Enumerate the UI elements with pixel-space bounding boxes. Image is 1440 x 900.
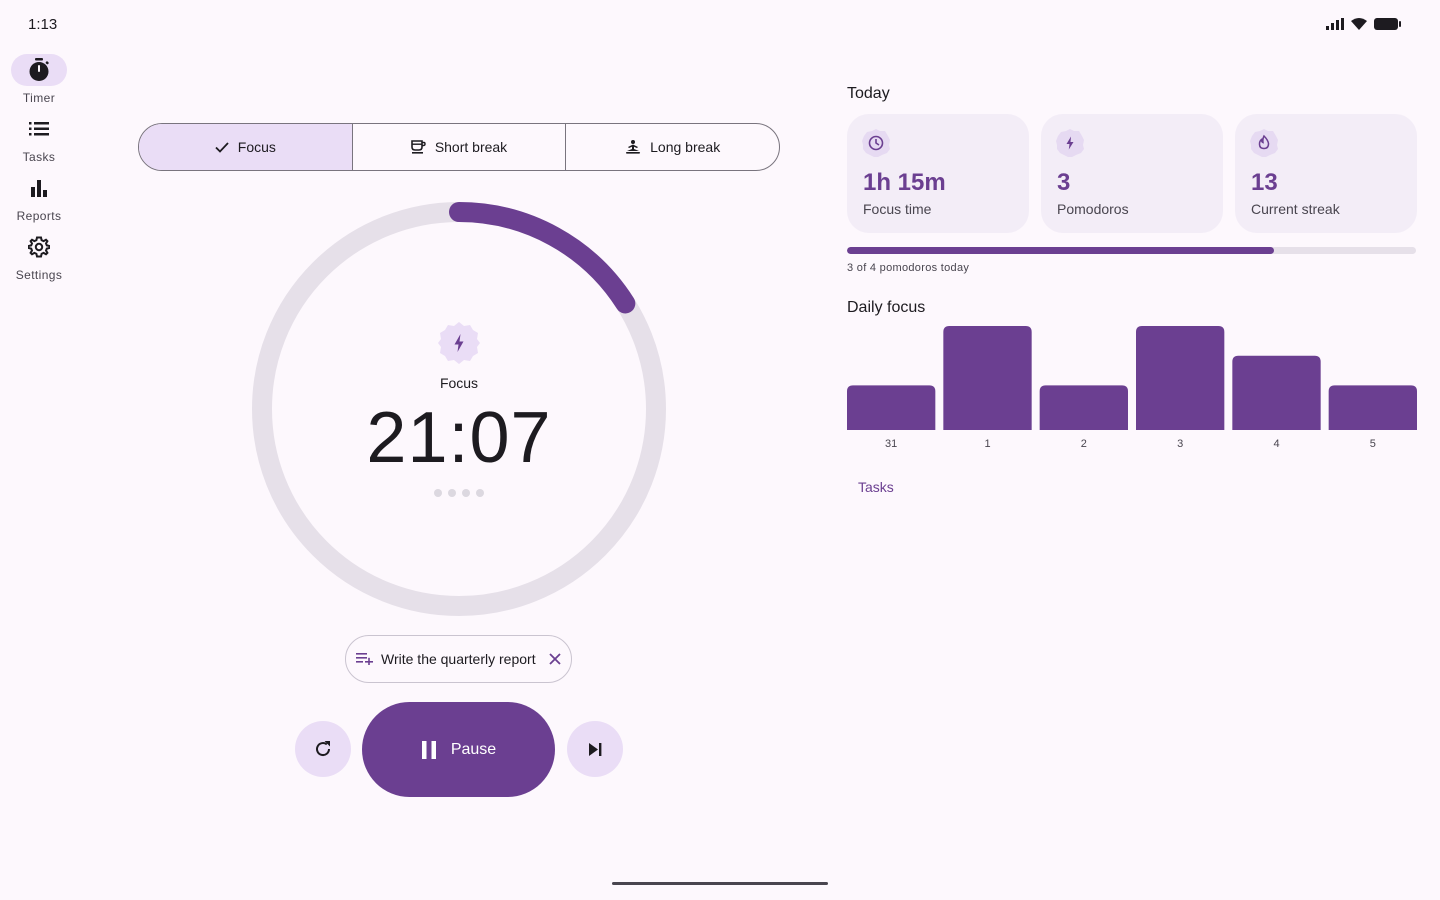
- status-time: 1:13: [28, 16, 58, 33]
- stat-value: 13: [1251, 169, 1278, 196]
- session-dot: [462, 489, 470, 497]
- chart-tick-label: 2: [1081, 438, 1087, 450]
- chart-bar: [943, 326, 1032, 430]
- mode-focus-label: Focus: [237, 139, 276, 155]
- navigation-rail: Timer Tasks Reports Settings: [0, 54, 78, 290]
- rail-item-tasks[interactable]: Tasks: [0, 113, 78, 172]
- session-dot: [434, 489, 442, 497]
- reset-button[interactable]: [295, 721, 351, 777]
- mode-long-break[interactable]: Long break: [565, 124, 779, 170]
- rail-icon-wrap: [11, 231, 67, 263]
- list-icon: [29, 122, 49, 136]
- rail-item-reports[interactable]: Reports: [0, 172, 78, 231]
- rail-item-timer[interactable]: Timer: [0, 54, 78, 113]
- home-indicator[interactable]: [612, 882, 828, 885]
- timer-countdown: 21:07: [366, 398, 552, 478]
- pause-label: Pause: [450, 740, 497, 758]
- ring-progress-arc: [449, 202, 636, 314]
- rail-label-settings: Settings: [15, 268, 63, 282]
- chart-bar: [1039, 385, 1128, 430]
- focus-bolt-badge: [438, 322, 480, 364]
- rail-label-tasks: Tasks: [22, 150, 56, 164]
- chart-bar: [1328, 385, 1417, 430]
- rail-item-settings[interactable]: Settings: [0, 231, 78, 290]
- timer-ring: Focus 21:07: [252, 202, 666, 616]
- stat-card-focus-time: 1h 15m Focus time: [847, 114, 1029, 233]
- check-icon: [215, 141, 229, 153]
- mode-focus[interactable]: Focus: [139, 124, 352, 170]
- timer-mode-label: Focus: [439, 375, 479, 391]
- status-icons: [1326, 17, 1402, 31]
- refresh-icon: [316, 741, 331, 757]
- daily-focus-chart: 31 1 2 3 4 5: [847, 326, 1417, 450]
- daily-goal-caption: 3 of 4 pomodoros today: [847, 262, 970, 274]
- clock-badge: [862, 129, 890, 157]
- chart-tick-label: 3: [1177, 438, 1183, 450]
- signal-icon: [1326, 18, 1344, 30]
- timer-icon: [29, 58, 49, 81]
- session-dots: [252, 489, 666, 497]
- chart-bar: [1136, 326, 1225, 430]
- current-task-chip[interactable]: Write the quarterly report: [345, 635, 572, 683]
- tasks-link[interactable]: Tasks: [858, 479, 894, 495]
- bar-chart-icon: [31, 179, 47, 197]
- self-improvement-icon: [626, 140, 641, 154]
- flame-badge: [1250, 129, 1278, 157]
- chart-tick-label: 1: [984, 438, 990, 450]
- battery-icon: [1374, 18, 1401, 30]
- coffee-icon: [411, 140, 426, 154]
- today-heading: Today: [847, 85, 890, 102]
- daily-goal-progress-fill: [847, 247, 1274, 254]
- session-dot: [476, 489, 484, 497]
- rail-label-reports: Reports: [16, 209, 62, 223]
- mode-long-break-label: Long break: [650, 139, 721, 155]
- chart-tick-label: 4: [1273, 438, 1279, 450]
- stat-value: 1h 15m: [863, 169, 946, 196]
- mode-selector: Focus Short break Long break: [138, 123, 780, 171]
- stat-card-streak: 13 Current streak: [1235, 114, 1417, 233]
- gear-icon: [28, 236, 50, 258]
- playlist-add-icon: [356, 653, 373, 665]
- wifi-icon: [1351, 18, 1367, 30]
- session-dot: [448, 489, 456, 497]
- pause-icon: [421, 740, 436, 759]
- rail-indicator: [11, 54, 67, 86]
- skip-button[interactable]: [567, 721, 623, 777]
- stat-label: Focus time: [863, 201, 932, 217]
- daily-goal-progress: [847, 247, 1416, 254]
- task-label: Write the quarterly report: [381, 651, 536, 667]
- chart-tick-label: 5: [1370, 438, 1376, 450]
- stat-card-pomodoros: 3 Pomodoros: [1041, 114, 1223, 233]
- mode-short-break[interactable]: Short break: [351, 124, 566, 170]
- rail-label-timer: Timer: [22, 91, 56, 105]
- stat-value: 3: [1057, 169, 1071, 196]
- close-icon[interactable]: [549, 653, 561, 665]
- daily-focus-heading: Daily focus: [847, 299, 926, 316]
- bolt-badge: [1056, 129, 1084, 157]
- mode-short-break-label: Short break: [434, 139, 508, 155]
- chart-tick-label: 31: [885, 438, 897, 450]
- pause-button[interactable]: Pause: [362, 702, 555, 797]
- stat-label: Current streak: [1251, 201, 1340, 217]
- skip-next-icon: [589, 742, 602, 756]
- rail-icon-wrap: [11, 172, 67, 204]
- rail-icon-wrap: [11, 113, 67, 145]
- stat-label: Pomodoros: [1057, 201, 1129, 217]
- chart-bar: [847, 385, 936, 430]
- chart-bar: [1232, 355, 1321, 430]
